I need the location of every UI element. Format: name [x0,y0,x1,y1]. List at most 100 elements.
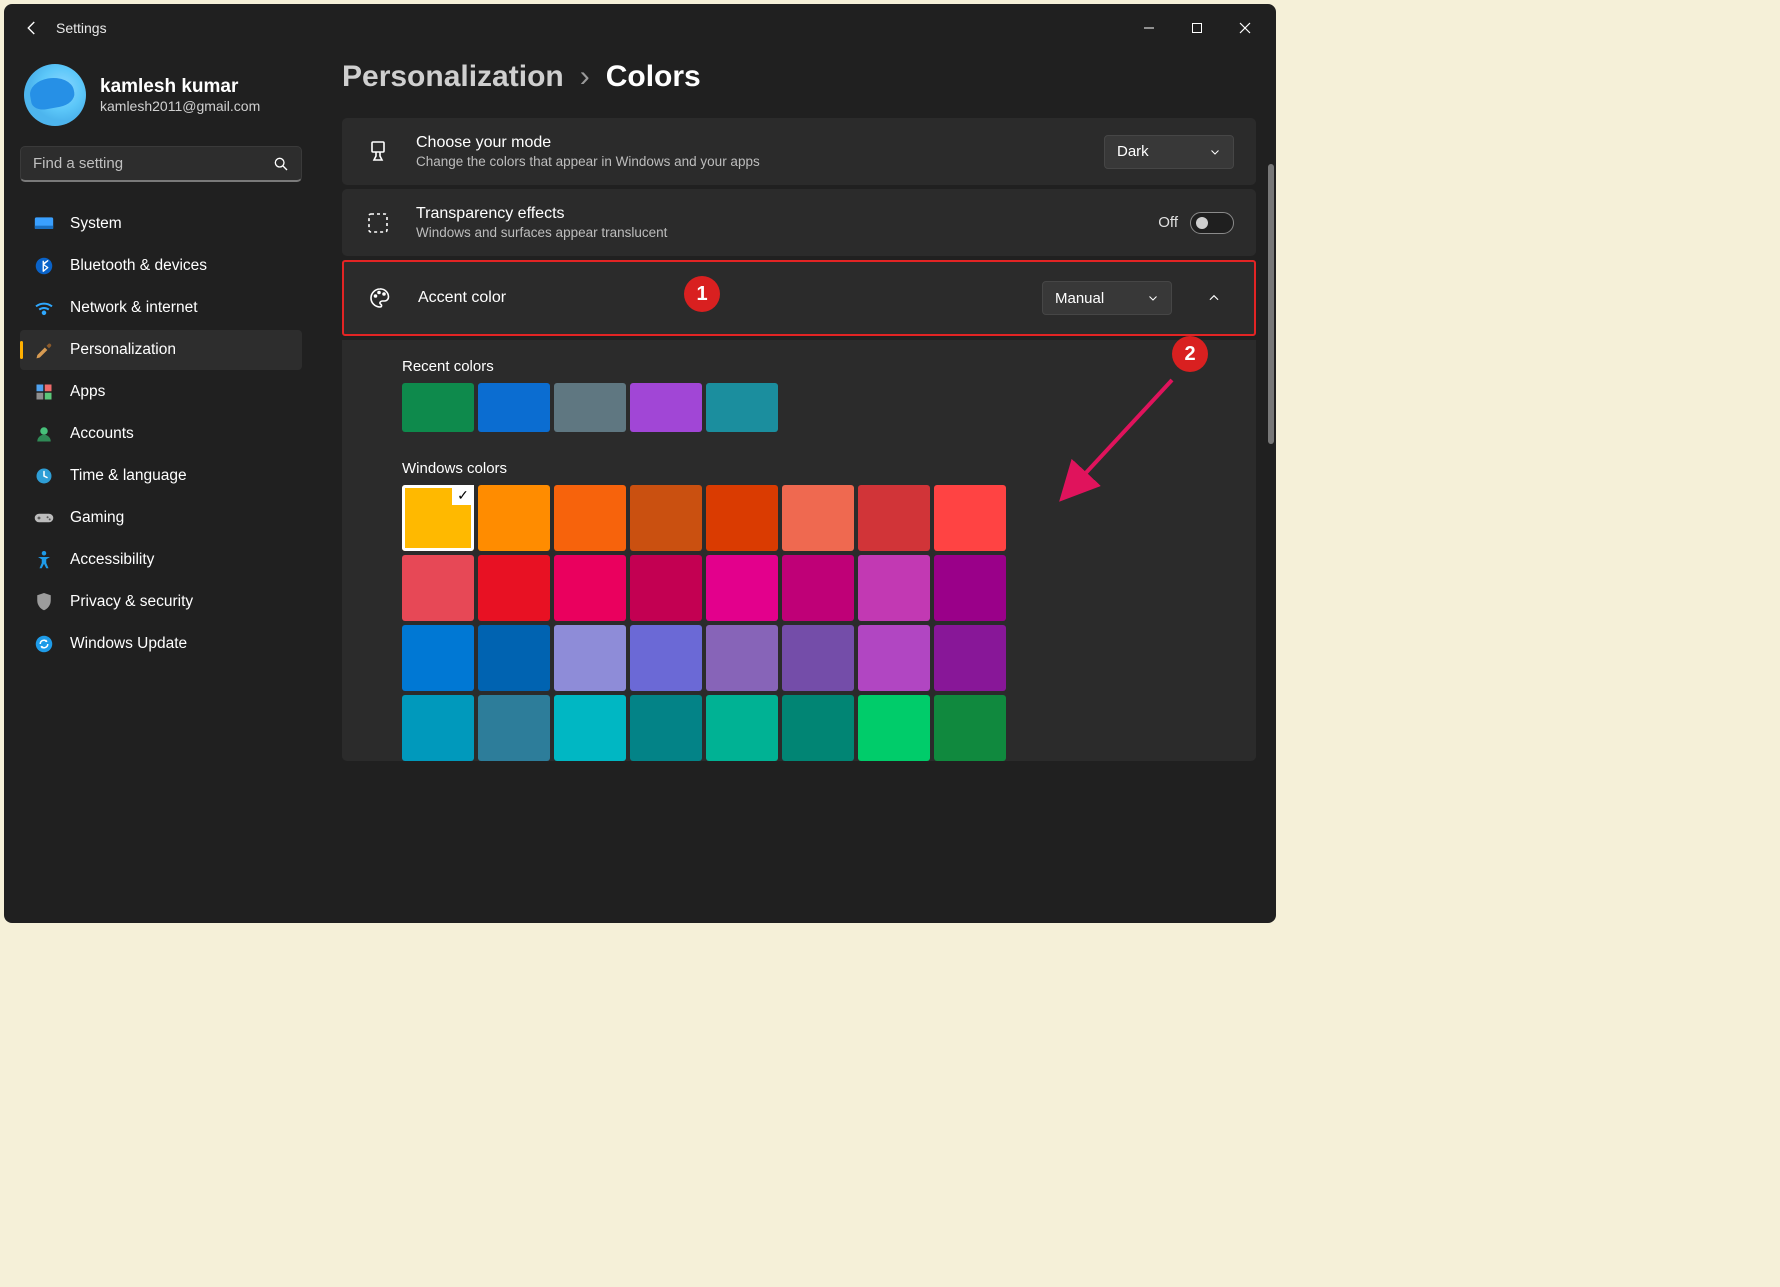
mode-subtitle: Change the colors that appear in Windows… [416,154,1080,169]
recent-color-swatch[interactable] [478,383,550,432]
windows-color-swatch[interactable] [554,555,626,621]
windows-color-swatch[interactable] [630,695,702,761]
windows-color-swatch[interactable] [706,625,778,691]
nav-label: Bluetooth & devices [70,257,207,275]
gamepad-icon [34,508,54,528]
recent-color-swatch[interactable] [706,383,778,432]
windows-color-swatch[interactable] [402,695,474,761]
nav-item-gaming[interactable]: Gaming [20,498,302,538]
windows-color-swatch[interactable] [554,695,626,761]
app-title: Settings [56,20,107,36]
windows-color-swatch[interactable] [706,695,778,761]
windows-color-swatch[interactable] [554,485,626,551]
scrollbar-thumb[interactable] [1268,164,1274,444]
windows-color-swatch[interactable] [630,625,702,691]
nav-item-windows-update[interactable]: Windows Update [20,624,302,664]
windows-color-swatch[interactable] [478,555,550,621]
scrollbar[interactable] [1268,164,1274,764]
windows-color-swatch[interactable] [630,555,702,621]
windows-color-swatch[interactable] [858,485,930,551]
windows-color-swatch[interactable] [858,625,930,691]
breadcrumb-parent[interactable]: Personalization [342,60,564,94]
recent-color-swatch[interactable] [630,383,702,432]
transparency-card: Transparency effects Windows and surface… [342,189,1256,256]
brush-icon [34,340,54,360]
windows-color-swatch[interactable] [478,695,550,761]
user-name: kamlesh kumar [100,76,260,98]
minimize-icon [1143,22,1155,34]
nav-item-privacy-security[interactable]: Privacy & security [20,582,302,622]
avatar [24,64,86,126]
recent-colors-heading: Recent colors [402,358,1234,375]
windows-color-swatch[interactable] [782,695,854,761]
windows-color-swatch[interactable] [858,695,930,761]
breadcrumb: Personalization › Colors [342,60,1256,94]
minimize-button[interactable] [1126,12,1172,44]
windows-color-swatch[interactable] [478,485,550,551]
collapse-button[interactable] [1196,280,1232,316]
checkmark-icon: ✓ [452,485,474,505]
windows-color-swatch[interactable] [934,555,1006,621]
nav-item-apps[interactable]: Apps [20,372,302,412]
windows-color-swatch[interactable] [858,555,930,621]
windows-color-swatch[interactable]: ✓ [402,485,474,551]
nav-label: Accounts [70,425,134,443]
mode-card[interactable]: Choose your mode Change the colors that … [342,118,1256,185]
windows-color-swatch[interactable] [706,485,778,551]
update-icon [34,634,54,654]
mode-select[interactable]: Dark [1104,135,1234,169]
maximize-icon [1191,22,1203,34]
maximize-button[interactable] [1174,12,1220,44]
window-controls [1126,12,1268,44]
bluetooth-icon [34,256,54,276]
windows-color-swatch[interactable] [706,555,778,621]
windows-color-swatch[interactable] [782,485,854,551]
nav-item-time-language[interactable]: Time & language [20,456,302,496]
nav-label: Time & language [70,467,187,485]
palette-icon [366,286,394,310]
windows-color-swatch[interactable] [402,625,474,691]
back-button[interactable] [12,8,52,48]
nav-item-network-internet[interactable]: Network & internet [20,288,302,328]
apps-icon [34,382,54,402]
recent-colors-row [402,383,1234,432]
user-card[interactable]: kamlesh kumar kamlesh2011@gmail.com [20,60,302,140]
user-email: kamlesh2011@gmail.com [100,98,260,114]
accessibility-icon [34,550,54,570]
person-icon [34,424,54,444]
windows-color-swatch[interactable] [630,485,702,551]
search-box[interactable] [20,146,302,182]
brush-icon [364,140,392,164]
windows-color-swatch[interactable] [402,555,474,621]
windows-colors-heading: Windows colors [402,460,1234,477]
recent-color-swatch[interactable] [402,383,474,432]
transparency-subtitle: Windows and surfaces appear translucent [416,225,1134,240]
nav-item-system[interactable]: System [20,204,302,244]
windows-color-swatch[interactable] [934,625,1006,691]
accent-select[interactable]: Manual [1042,281,1172,315]
nav-label: Windows Update [70,635,187,653]
windows-color-swatch[interactable] [934,485,1006,551]
transparency-toggle[interactable] [1190,212,1234,234]
windows-color-swatch[interactable] [478,625,550,691]
nav-item-accounts[interactable]: Accounts [20,414,302,454]
nav-label: Network & internet [70,299,198,317]
sidebar: kamlesh kumar kamlesh2011@gmail.com Syst… [4,52,314,923]
nav-item-personalization[interactable]: Personalization [20,330,302,370]
close-button[interactable] [1222,12,1268,44]
recent-color-swatch[interactable] [554,383,626,432]
windows-color-swatch[interactable] [782,625,854,691]
nav-label: Gaming [70,509,124,527]
nav-label: Apps [70,383,105,401]
windows-color-swatch[interactable] [554,625,626,691]
chevron-down-icon [1147,292,1159,304]
breadcrumb-current: Colors [606,60,701,94]
nav-item-accessibility[interactable]: Accessibility [20,540,302,580]
nav-item-bluetooth-devices[interactable]: Bluetooth & devices [20,246,302,286]
chevron-down-icon [1209,146,1221,158]
windows-color-swatch[interactable] [782,555,854,621]
accent-color-card: Accent color 1 Manual [342,260,1256,336]
nav-label: Privacy & security [70,593,193,611]
windows-color-swatch[interactable] [934,695,1006,761]
search-input[interactable] [33,155,273,172]
